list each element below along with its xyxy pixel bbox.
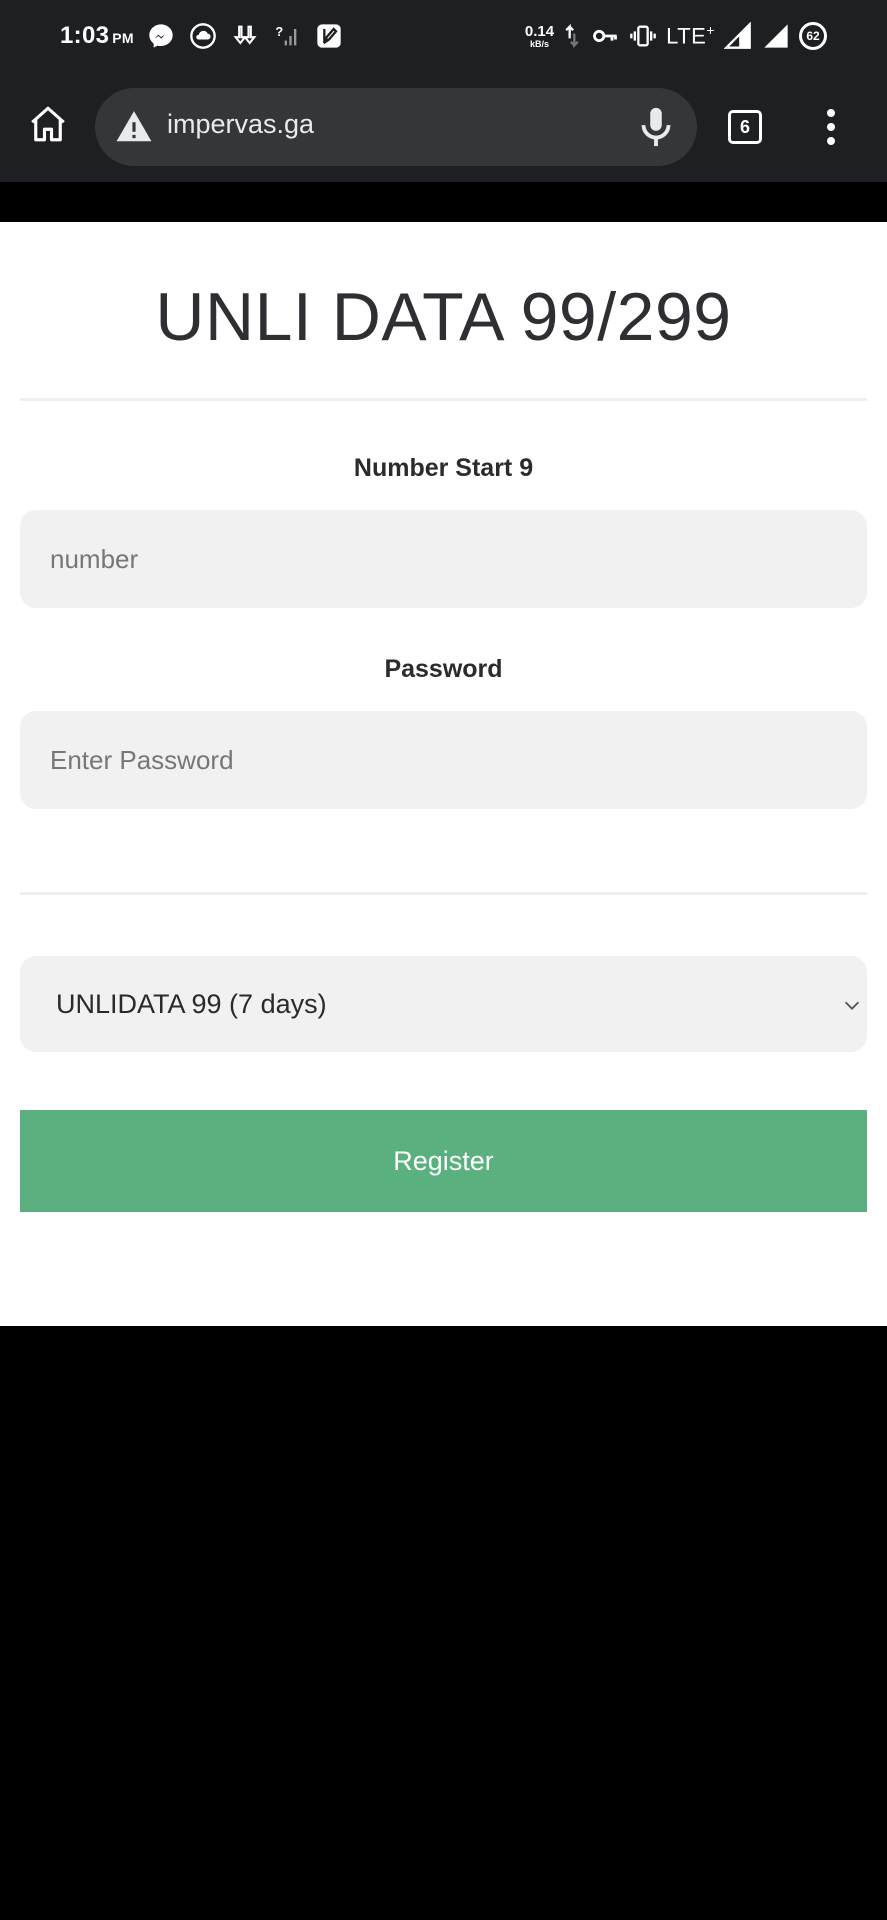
password-input[interactable]	[20, 711, 867, 809]
data-speed: 0.14 kB/s	[524, 22, 555, 49]
home-icon	[31, 106, 65, 142]
network-type: LTE+	[666, 22, 715, 49]
url-text[interactable]: impervas.ga	[167, 109, 314, 140]
edit-app-icon	[314, 21, 344, 51]
page-title: UNLI DATA 99/299	[155, 279, 732, 355]
battery-indicator: 62	[799, 22, 827, 50]
status-right: 0.14 kB/s LTE+ 62	[525, 18, 827, 54]
svg-text:?: ?	[275, 24, 283, 39]
status-time: 1:03 PM	[60, 22, 134, 49]
plan-select[interactable]: UNLIDATA 99 (7 days)	[20, 956, 867, 1052]
number-input[interactable]	[20, 510, 867, 608]
menu-dot	[827, 137, 835, 145]
home-button[interactable]	[24, 100, 72, 148]
plan-selected-value: UNLIDATA 99 (7 days)	[56, 989, 327, 1019]
page-content: UNLI DATA 99/299 Number Start 9 Password…	[0, 222, 887, 1326]
messenger-icon	[146, 21, 176, 51]
mic-icon[interactable]	[633, 104, 679, 150]
menu-dot	[827, 109, 835, 117]
no-signal-icon: ?	[272, 21, 302, 51]
cloud-sync-icon	[188, 21, 218, 51]
browser-toolbar: impervas.ga 6	[0, 70, 887, 182]
warning-icon[interactable]	[115, 108, 153, 146]
status-bar: 1:03 PM ? 0.14 kB/s LTE+ 62	[0, 0, 887, 70]
number-label: Number Start 9	[353, 454, 534, 482]
more-vert-icon[interactable]	[814, 104, 848, 150]
menu-dot	[827, 123, 835, 131]
status-left: 1:03 PM ?	[60, 18, 344, 54]
tab-count: 6	[739, 116, 750, 137]
vibrate-icon	[628, 21, 658, 51]
address-bar[interactable]: impervas.ga	[95, 88, 697, 166]
tabs-button[interactable]: 6	[728, 110, 762, 144]
data-transfer-icon	[562, 21, 582, 51]
chevron-down-icon	[844, 1001, 860, 1010]
signal-icon	[723, 21, 753, 51]
vpn-key-icon	[590, 21, 620, 51]
divider	[20, 398, 867, 401]
download-icon	[230, 21, 260, 51]
password-label: Password	[384, 655, 503, 683]
register-button[interactable]: Register	[20, 1110, 867, 1212]
divider	[20, 892, 867, 895]
signal-icon	[761, 21, 791, 51]
